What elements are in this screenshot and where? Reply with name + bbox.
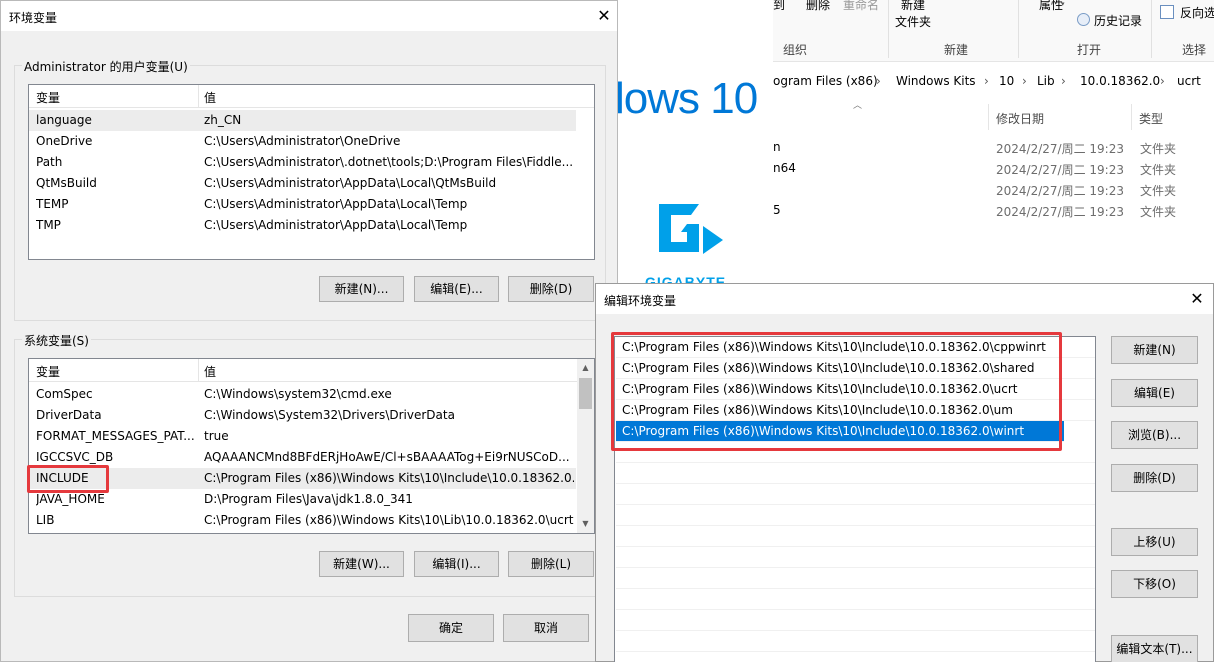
- list-item[interactable]: DriverData C:\Windows\System32\Drivers\D…: [29, 405, 576, 426]
- path-list[interactable]: C:\Program Files (x86)\Windows Kits\10\I…: [614, 336, 1096, 662]
- file-row[interactable]: n64 2024/2/27/周二 19:23 文件夹: [773, 158, 1214, 179]
- path-item[interactable]: C:\Program Files (x86)\Windows Kits\10\I…: [616, 337, 1095, 358]
- dialog-title: 环境变量: [9, 11, 58, 25]
- column-header-value[interactable]: 值: [204, 363, 216, 380]
- system-new-button[interactable]: 新建(W)...: [319, 551, 404, 577]
- close-icon[interactable]: ✕: [593, 5, 615, 27]
- path-item[interactable]: C:\Program Files (x86)\Windows Kits\10\I…: [616, 358, 1095, 379]
- system-variables-list[interactable]: 变量 值 ComSpec C:\Windows\system32\cmd.exe…: [28, 358, 595, 534]
- environment-variables-dialog: 环境变量 ✕ Administrator 的用户变量(U) 变量 值 langu…: [0, 0, 618, 662]
- scroll-down-icon[interactable]: ▼: [577, 519, 594, 528]
- move-down-button[interactable]: 下移(O): [1111, 570, 1198, 598]
- column-header-type[interactable]: 类型: [1139, 110, 1163, 127]
- list-item[interactable]: LIB C:\Program Files (x86)\Windows Kits\…: [29, 510, 576, 531]
- invert-selection-icon: [1160, 5, 1174, 19]
- history-icon: [1077, 13, 1090, 26]
- list-item[interactable]: JAVA_HOME D:\Program Files\Java\jdk1.8.0…: [29, 489, 576, 510]
- ribbon-group-new: 新建: [944, 43, 969, 57]
- dialog-titlebar[interactable]: 编辑环境变量 ✕: [596, 284, 1213, 314]
- move-up-button[interactable]: 上移(U): [1111, 528, 1198, 556]
- user-variables-list[interactable]: 变量 值 language zh_CN OneDrive C:\Users\Ad…: [28, 84, 595, 260]
- breadcrumb-program-files[interactable]: ogram Files (x86): [773, 74, 878, 88]
- ribbon-item-move-to[interactable]: 到: [773, 0, 785, 13]
- new-path-button[interactable]: 新建(N): [1111, 336, 1198, 364]
- cancel-button[interactable]: 取消: [503, 614, 589, 642]
- ribbon-group-organize: 组织: [783, 43, 808, 57]
- dialog-title: 编辑环境变量: [604, 294, 677, 308]
- vertical-scrollbar[interactable]: ▲ ▼: [577, 359, 594, 533]
- ribbon-group-select: 选择: [1182, 43, 1207, 57]
- ribbon-item-rename[interactable]: 重命名: [843, 0, 879, 13]
- column-header-variable[interactable]: 变量: [36, 89, 60, 106]
- scroll-up-icon[interactable]: ▲: [577, 363, 594, 372]
- file-row[interactable]: 5 2024/2/27/周二 19:23 文件夹: [773, 200, 1214, 221]
- address-bar[interactable]: ogram Files (x86) › Windows Kits › 10 › …: [773, 67, 1214, 95]
- user-variables-label: Administrator 的用户变量(U): [22, 58, 190, 75]
- list-item[interactable]: language zh_CN: [29, 110, 576, 131]
- ribbon-item-new[interactable]: 新建: [901, 0, 925, 13]
- list-item[interactable]: IGCCSVC_DB AQAAANCMnd8BFdERjHoAwE/Cl+sBA…: [29, 447, 576, 468]
- column-header-value[interactable]: 值: [204, 89, 216, 106]
- explorer-ribbon: 到 删除 重命名 组织 新建 文件夹 新建 属性 ▾ 历史记录 打开 反向选 选…: [773, 0, 1214, 62]
- system-variables-header: 变量 值: [29, 359, 594, 382]
- user-new-button[interactable]: 新建(N)...: [319, 276, 404, 302]
- list-item[interactable]: Path C:\Users\Administrator\.dotnet\tool…: [29, 152, 594, 173]
- chevron-down-icon: ▾: [1061, 0, 1065, 8]
- windows-10-wallpaper: lows 10: [615, 60, 773, 170]
- edit-environment-variable-dialog: 编辑环境变量 ✕ C:\Program Files (x86)\Windows …: [595, 283, 1214, 662]
- breadcrumb-version[interactable]: 10.0.18362.0: [1080, 74, 1160, 88]
- path-item[interactable]: C:\Program Files (x86)\Windows Kits\10\I…: [616, 400, 1095, 421]
- close-icon[interactable]: ✕: [1186, 288, 1208, 310]
- windows-brand-text: lows 10: [615, 74, 758, 123]
- system-edit-button[interactable]: 编辑(I)...: [414, 551, 499, 577]
- list-item[interactable]: TEMP C:\Users\Administrator\AppData\Loca…: [29, 194, 594, 215]
- system-delete-button[interactable]: 删除(L): [508, 551, 594, 577]
- list-item[interactable]: FORMAT_MESSAGES_PAT... true: [29, 426, 576, 447]
- list-item[interactable]: ComSpec C:\Windows\system32\cmd.exe: [29, 384, 576, 405]
- gigabyte-logo-icon: [659, 204, 723, 254]
- list-item[interactable]: TMP C:\Users\Administrator\AppData\Local…: [29, 215, 594, 236]
- list-item[interactable]: QtMsBuild C:\Users\Administrator\AppData…: [29, 173, 594, 194]
- breadcrumb-ucrt[interactable]: ucrt: [1177, 74, 1201, 88]
- ribbon-group-open: 打开: [1077, 43, 1102, 57]
- file-row[interactable]: n 2024/2/27/周二 19:23 文件夹: [773, 137, 1214, 158]
- path-item[interactable]: C:\Program Files (x86)\Windows Kits\10\I…: [616, 379, 1095, 400]
- browse-button[interactable]: 浏览(B)...: [1111, 421, 1198, 449]
- sort-ascending-icon: ︿: [853, 101, 863, 111]
- breadcrumb-lib[interactable]: Lib: [1037, 74, 1055, 88]
- column-header-variable[interactable]: 变量: [36, 363, 60, 380]
- list-item[interactable]: OneDrive C:\Users\Administrator\OneDrive: [29, 131, 594, 152]
- user-delete-button[interactable]: 删除(D): [508, 276, 594, 302]
- ribbon-item-properties[interactable]: 属性: [1039, 0, 1063, 13]
- breadcrumb-10[interactable]: 10: [999, 74, 1014, 88]
- delete-path-button[interactable]: 删除(D): [1111, 464, 1198, 492]
- user-edit-button[interactable]: 编辑(E)...: [414, 276, 499, 302]
- user-variables-header: 变量 值: [29, 85, 594, 108]
- edit-text-button[interactable]: 编辑文本(T)...: [1111, 635, 1198, 662]
- column-header-date[interactable]: 修改日期: [996, 110, 1044, 127]
- list-item-include[interactable]: INCLUDE C:\Program Files (x86)\Windows K…: [29, 468, 576, 489]
- ok-button[interactable]: 确定: [408, 614, 494, 642]
- edit-path-button[interactable]: 编辑(E): [1111, 379, 1198, 407]
- ribbon-item-invert-selection[interactable]: 反向选: [1180, 4, 1214, 21]
- path-item-selected[interactable]: C:\Program Files (x86)\Windows Kits\10\I…: [616, 421, 1064, 442]
- ribbon-item-history[interactable]: 历史记录: [1094, 12, 1142, 29]
- breadcrumb-windows-kits[interactable]: Windows Kits: [896, 74, 976, 88]
- gigabyte-logo: GIGABYTE: [615, 170, 773, 290]
- file-row[interactable]: 2024/2/27/周二 19:23 文件夹: [773, 179, 1214, 200]
- system-variables-label: 系统变量(S): [22, 332, 91, 349]
- ribbon-item-delete[interactable]: 删除: [806, 0, 830, 13]
- ribbon-item-new-folder[interactable]: 文件夹: [895, 13, 931, 30]
- scrollbar-thumb[interactable]: [579, 378, 592, 409]
- dialog-titlebar[interactable]: 环境变量 ✕: [1, 1, 617, 31]
